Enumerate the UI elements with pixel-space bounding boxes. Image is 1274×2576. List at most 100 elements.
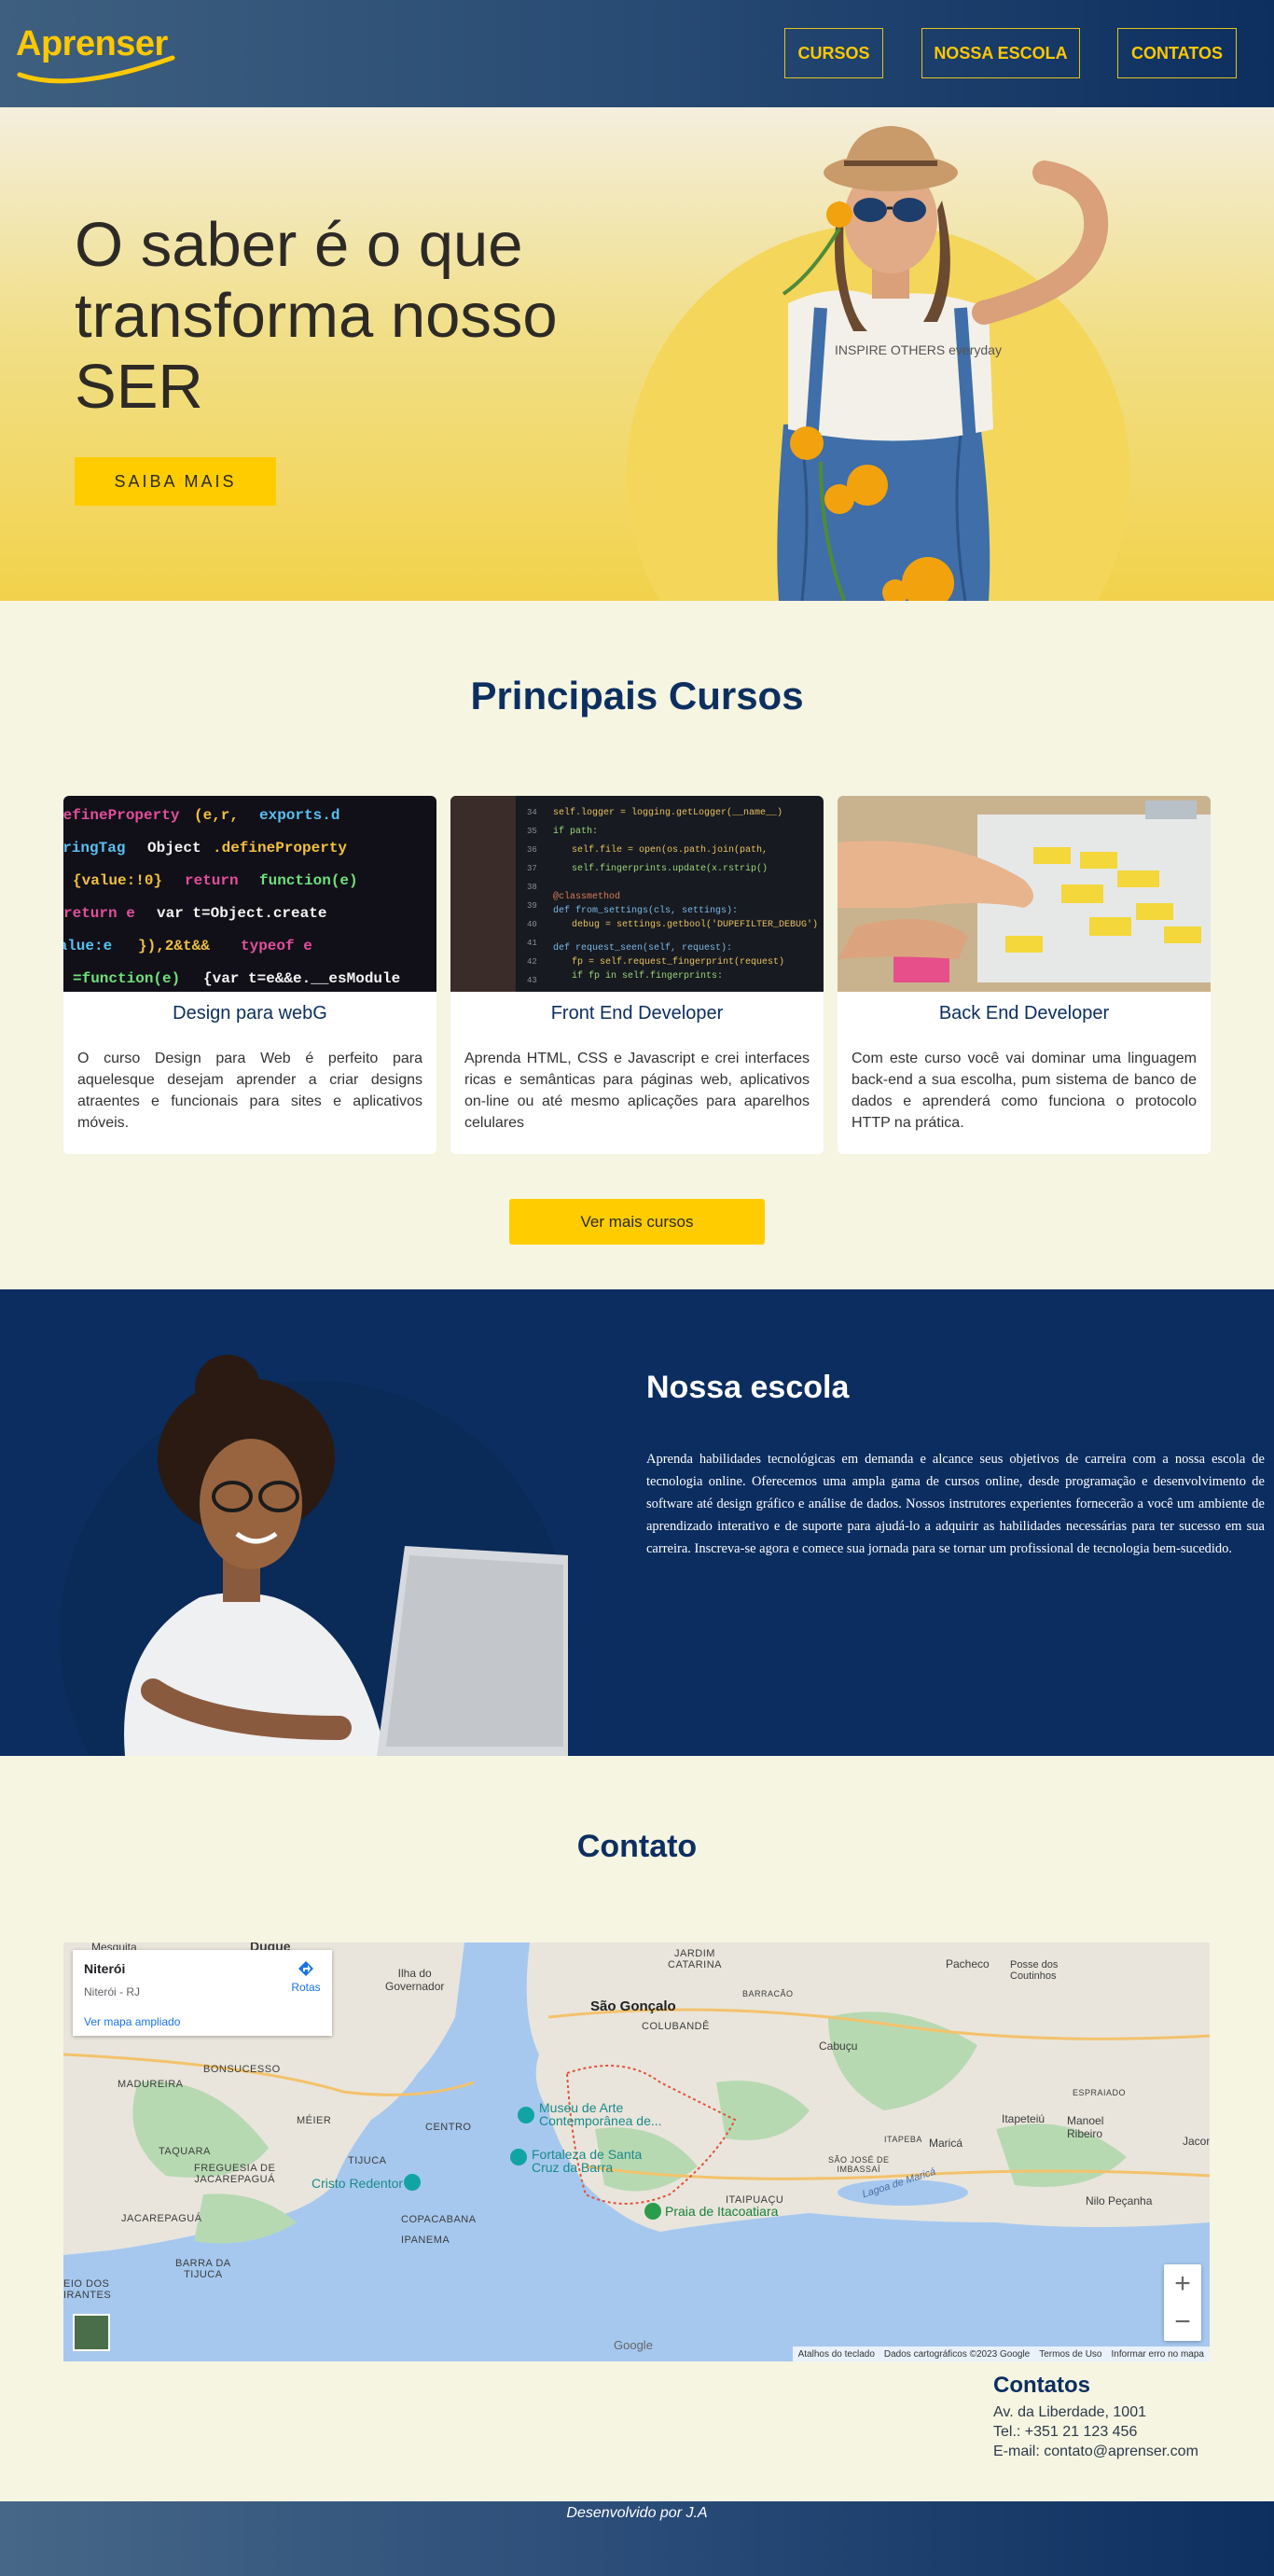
svg-text:38: 38 [527,883,537,892]
map-label: COPACABANA [401,2214,477,2225]
map-footer-shortcuts[interactable]: Atalhos do teclado [798,2349,875,2360]
svg-text:def request_seen(self, request: def request_seen(self, request): [553,942,732,954]
svg-text:debug = settings.getbool('DUPE: debug = settings.getbool('DUPEFILTER_DEB… [572,919,818,930]
google-logo: Google [614,2338,653,2352]
svg-text:37: 37 [527,864,537,873]
map-poi-cristo[interactable]: Cristo Redentor [312,2176,403,2191]
course-description: Com este curso você vai dominar uma ling… [852,1051,1197,1131]
svg-text:self.logger = logging.getLogge: self.logger = logging.getLogger(__name__… [553,807,782,818]
map-label: ITAPEBA [884,2135,922,2144]
directions-button[interactable]: Rotas [287,1959,325,1994]
logo[interactable]: Aprenser [16,21,184,95]
nav-nossa-escola[interactable]: NOSSA ESCOLA [921,28,1080,78]
course-card-backend[interactable]: Back End Developer Com este curso você v… [838,796,1211,1154]
map-label: Maricá [929,2137,963,2150]
svg-text:40: 40 [527,920,537,929]
contact-phone: Tel.: +351 21 123 456 [993,2424,1138,2440]
map-zoom-control: + − [1164,2264,1201,2341]
contact-address: Av. da Liberdade, 1001 [993,2404,1146,2420]
school-section: Nossa escola Aprenda habilidades tecnoló… [0,1289,1274,1756]
map-label: JACAREPAGUÁ [121,2213,202,2224]
svg-text:self.file = open(os.path.join(: self.file = open(os.path.join(path, [572,844,768,856]
site-footer: Desenvolvido por J.A [0,2501,1274,2576]
svg-text:value:e: value:e [63,938,112,954]
shirt-text: INSPIRE OTHERS everyday [835,342,1002,357]
contact-heading: Contato [576,1829,698,1864]
map-label: São Gonçalo [590,1998,676,2014]
svg-text:function(e): function(e) [259,872,358,889]
map-label: SÃO JOSÉ DE IMBASSAÍ [828,2155,890,2174]
student-laptop-image [124,1355,568,1756]
map-label: BARRACÃO [742,1989,794,1998]
map-label: Nilo Peçanha [1086,2194,1153,2207]
svg-text:(e,r,: (e,r, [194,807,239,824]
map-label: Manoel Ribeiro [1067,2114,1104,2140]
svg-text:exports.d: exports.d [259,807,339,824]
svg-text:defineProperty: defineProperty [63,807,180,824]
map-poi-itacoatiara[interactable]: Praia de Itacoatiara [665,2204,778,2219]
svg-text:34: 34 [527,808,537,817]
zoom-out-button[interactable]: − [1164,2303,1201,2341]
map-label: Jacone [1183,2135,1210,2148]
map-place-card: Niterói Niterói - RJ Ver mapa ampliado R… [73,1950,332,2036]
svg-text:41: 41 [527,939,537,948]
map-embed[interactable]: São Gonçalo JARDIM CATARINA COLUBANDÊ BO… [63,1942,1210,2361]
map-poi-fortaleza[interactable]: Fortaleza de Santa Cruz da Barra [532,2148,642,2174]
map-label: MADUREIRA [118,2079,184,2090]
svg-text:def from_settings(cls, setting: def from_settings(cls, settings): [553,905,738,916]
svg-text:return e: return e [63,905,135,922]
svg-text:36: 36 [527,845,537,855]
course-title: Design para webG [173,1003,327,1023]
map-label: TAQUARA [159,2146,211,2157]
course-title: Back End Developer [938,1003,1110,1023]
map-footer-terms[interactable]: Termos de Uso [1039,2349,1101,2360]
zoom-in-button[interactable]: + [1164,2264,1201,2303]
svg-text:var t=Object.create: var t=Object.create [157,905,326,922]
hero-section: INSPIRE OTHERS everyday O saber é o que … [0,107,1274,601]
map-footer: Atalhos do teclado Dados cartográficos ©… [792,2346,1210,2361]
course-card-design[interactable]: defineProperty (e,r, exports.d StringTag Ob… [63,796,436,1154]
code-editor-image: 34 35 36 37 38 39 40 41 42 43 self.logger = loggi… [450,796,824,992]
directions-icon [298,1961,313,1976]
contacts-heading: Contatos [993,2373,1090,2398]
svg-text:fp = self.request_fingerprint(: fp = self.request_fingerprint(request) [572,956,784,968]
code-colorful-image: defineProperty (e,r, exports.d StringTag Ob… [63,796,436,992]
svg-text:.defineProperty: .defineProperty [213,840,347,856]
map-label: FREGUESIA DE JACAREPAGUÁ [194,2163,276,2185]
page: Aprenser CURSOS NOSSA ESCOLA CONTATOS IN… [0,0,1274,2576]
map-place-region: Niterói - RJ [84,1985,141,1998]
svg-text:Object: Object [147,840,201,856]
map-footer-report[interactable]: Informar erro no mapa [1112,2349,1205,2360]
courses-heading: Principais Cursos [470,674,804,717]
map-label: CENTRO [425,2122,472,2133]
course-description: O curso Design para Web é perfeito para … [77,1051,422,1131]
saiba-mais-button[interactable]: SAIBA MAIS [75,457,276,506]
map-footer-data: Dados cartográficos ©2023 Google [883,2348,1031,2360]
school-heading: Nossa escola [646,1370,850,1405]
planning-board-image [838,796,1211,992]
map-label: EIO DOS IRANTES [63,2278,112,2301]
map-poi-museu[interactable]: Museu de Arte Contemporânea de... [539,2101,662,2127]
map-layers-button[interactable] [73,2314,110,2351]
nav-contatos[interactable]: CONTATOS [1117,28,1237,78]
map-label: Pacheco [946,1957,990,1970]
course-card-frontend[interactable]: 34 35 36 37 38 39 40 41 42 43 self.logger = loggi… [450,796,824,1154]
site-header: Aprenser CURSOS NOSSA ESCOLA CONTATOS [0,0,1274,107]
hero-title: O saber é o que transforma nosso SER [75,210,558,422]
svg-text:}),2&t&&: }),2&t&& [138,938,210,954]
svg-text:if path:: if path: [553,826,598,837]
svg-text:typeof e: typeof e [241,938,312,954]
map-bigger-link[interactable]: Ver mapa ampliado [84,2015,180,2028]
map-label: Ilha do Governador [385,1967,445,1993]
map-label: IPANEMA [401,2235,450,2246]
nav-cursos[interactable]: CURSOS [784,28,883,78]
svg-text:39: 39 [527,901,537,911]
map-place-name: Niterói [84,1961,126,1976]
map-label: Cabuçu [819,2040,858,2053]
svg-text:self.fingerprints.update(x.rst: self.fingerprints.update(x.rstrip() [572,863,768,874]
svg-text:42: 42 [527,957,537,967]
svg-text:{value:!0}: {value:!0} [73,872,162,889]
ver-mais-cursos-button[interactable]: Ver mais cursos [509,1199,765,1245]
contact-details: Contatos Av. da Liberdade, 1001 Tel.: +3… [993,2373,1217,2461]
svg-text:StringTag: StringTag [63,840,125,856]
